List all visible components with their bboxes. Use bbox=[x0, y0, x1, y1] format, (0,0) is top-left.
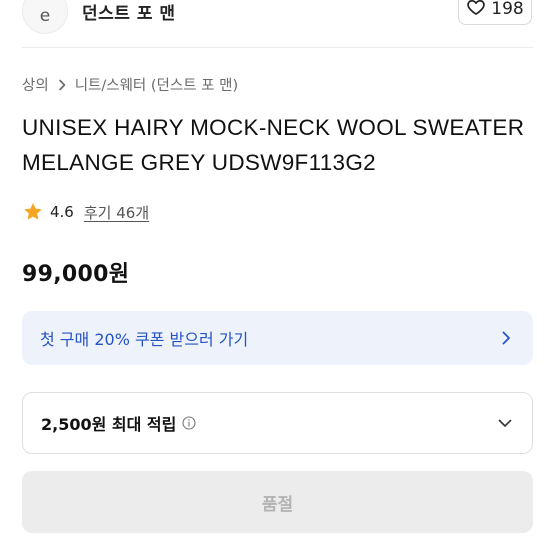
brand-name[interactable]: 던스트 포 맨 bbox=[82, 0, 176, 24]
top-bar: e 던스트 포 맨 198 bbox=[0, 0, 555, 48]
chevron-right-icon bbox=[497, 329, 515, 347]
like-count: 198 bbox=[491, 0, 524, 19]
soldout-button[interactable]: 품절 bbox=[22, 471, 533, 533]
breadcrumb-item-category[interactable]: 상의 bbox=[22, 74, 49, 95]
like-button[interactable]: 198 bbox=[458, 0, 532, 25]
points-summary: 2,500원 최대 적립 bbox=[41, 411, 196, 435]
chevron-down-icon bbox=[496, 414, 514, 432]
points-label: 2,500원 최대 적립 bbox=[41, 415, 177, 434]
first-purchase-coupon-banner[interactable]: 첫 구매 20% 쿠폰 받으러 가기 bbox=[22, 311, 533, 365]
rating-row: 4.6 후기 46개 bbox=[22, 201, 149, 223]
breadcrumb: 상의 니트/스웨터 (던스트 포 맨) bbox=[22, 74, 238, 95]
brand-logo[interactable]: e bbox=[22, 0, 68, 34]
info-icon[interactable] bbox=[182, 416, 196, 430]
product-price: 99,000원 bbox=[22, 262, 130, 287]
chevron-right-icon bbox=[55, 78, 69, 92]
product-title: UNISEX HAIRY MOCK-NECK WOOL SWEATER MELA… bbox=[22, 115, 525, 175]
header-divider bbox=[22, 47, 533, 48]
coupon-label: 첫 구매 20% 쿠폰 받으러 가기 bbox=[40, 330, 249, 349]
soldout-label: 품절 bbox=[261, 494, 294, 515]
star-icon bbox=[22, 201, 44, 223]
reviews-link[interactable]: 후기 46개 bbox=[84, 202, 149, 223]
breadcrumb-item-subcategory[interactable]: 니트/스웨터 (던스트 포 맨) bbox=[75, 74, 238, 95]
rating-value: 4.6 bbox=[50, 203, 74, 221]
points-accordion[interactable]: 2,500원 최대 적립 bbox=[22, 392, 533, 454]
heart-outline-icon bbox=[466, 0, 486, 21]
brand-logo-glyph: e bbox=[39, 6, 51, 26]
